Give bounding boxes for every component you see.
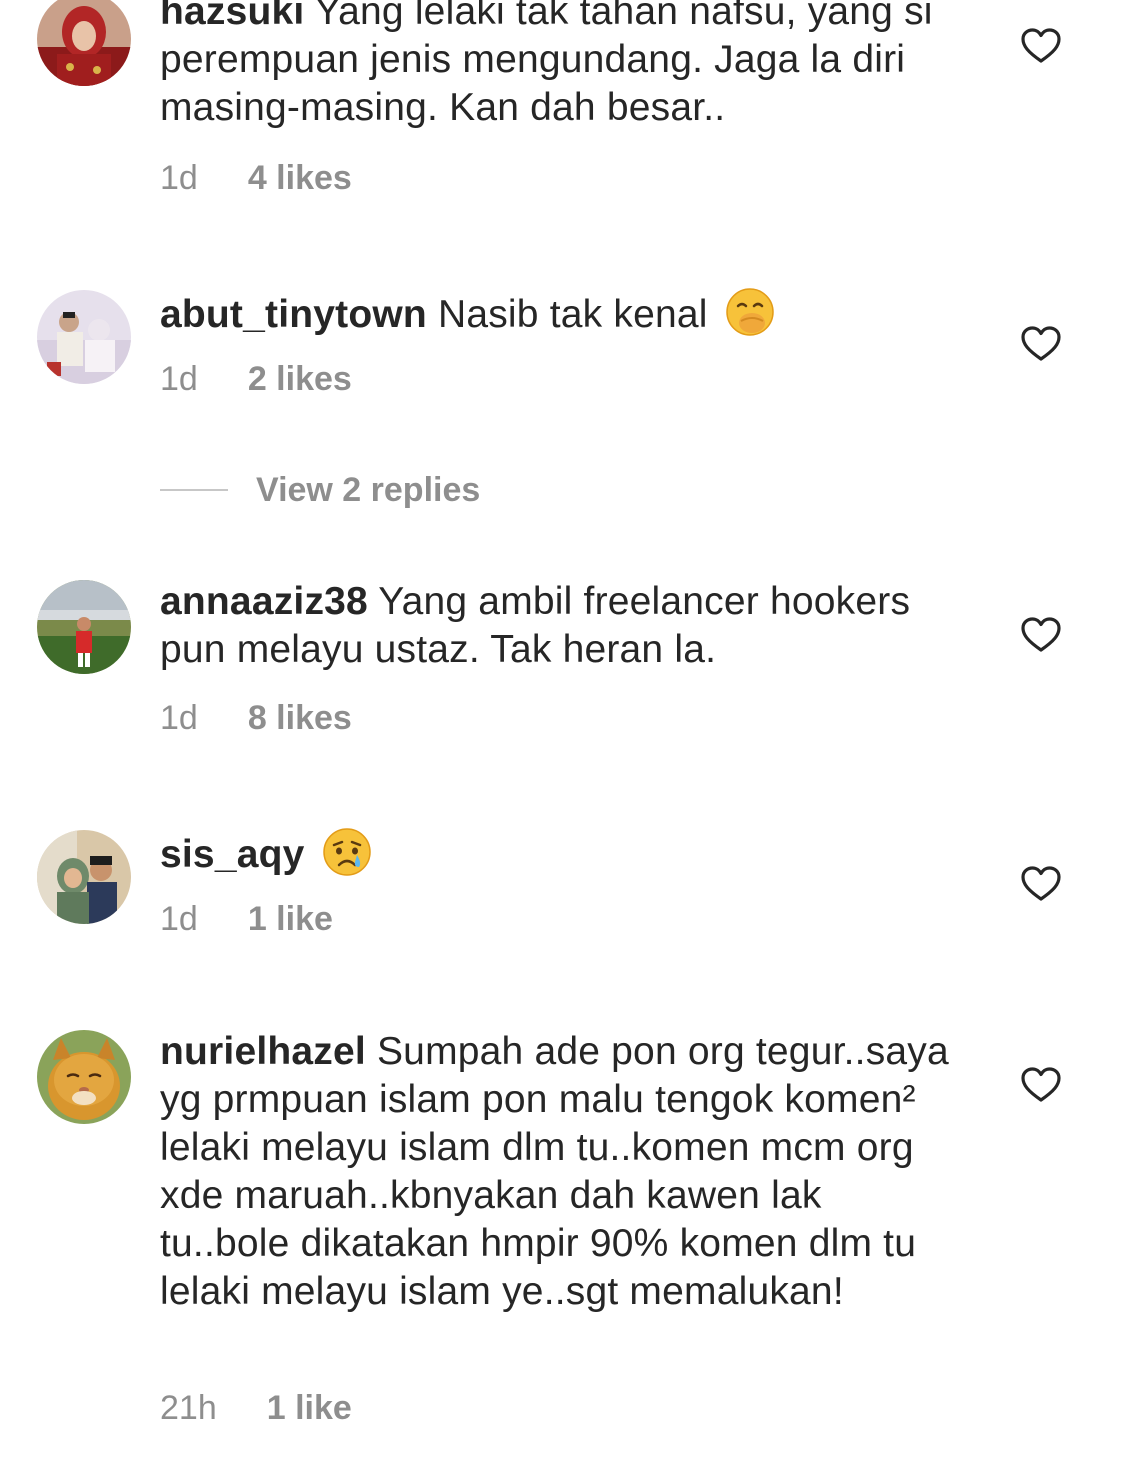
crying-face-emoji (322, 828, 371, 876)
comment-username[interactable]: abut_tinytown (160, 293, 427, 336)
comment-meta: 1d 2 likes (160, 360, 352, 399)
comment-text: sis_aqy (160, 827, 960, 879)
comment-username[interactable]: annaaziz38 (160, 580, 368, 623)
avatar-image (37, 0, 131, 86)
avatar[interactable] (37, 830, 131, 924)
avatar[interactable] (37, 580, 131, 674)
comment-likes[interactable]: 4 likes (248, 159, 352, 198)
avatar[interactable] (37, 1030, 131, 1124)
comment-likes[interactable]: 2 likes (248, 360, 352, 399)
face-with-hand-over-mouth-emoji (725, 288, 774, 336)
comment-likes[interactable]: 1 like (248, 900, 333, 939)
avatar-image (37, 1030, 131, 1124)
avatar-image (37, 580, 131, 674)
avatar[interactable] (37, 0, 131, 86)
like-heart-icon[interactable] (1020, 1066, 1062, 1104)
comment-username[interactable]: sis_aqy (160, 833, 305, 876)
comment-meta: 1d 1 like (160, 900, 333, 939)
comment-text: abut_tinytown Nasib tak kenal (160, 287, 960, 339)
comment-username[interactable]: nurielhazel (160, 1030, 366, 1073)
comment-likes[interactable]: 1 like (267, 1389, 352, 1428)
like-heart-icon[interactable] (1020, 27, 1062, 65)
comment-text: annaaziz38 Yang ambil freelancer hookers… (160, 578, 960, 674)
comment-username[interactable]: hazsuki (160, 0, 304, 33)
comment-time: 1d (160, 360, 198, 398)
avatar-image (37, 830, 131, 924)
comment-meta: 1d 4 likes (160, 159, 352, 198)
comment-time: 1d (160, 900, 198, 938)
comment-text: hazsuki Yang lelaki tak tahan nafsu, yan… (160, 0, 960, 132)
comment-meta: 21h 1 like (160, 1389, 352, 1428)
comment-time: 1d (160, 699, 198, 737)
avatar-image (37, 290, 131, 384)
comment-body: Nasib tak kenal (437, 293, 708, 336)
comment-meta: 1d 8 likes (160, 699, 352, 738)
replies-divider (160, 489, 228, 491)
comment-time: 1d (160, 159, 198, 197)
avatar[interactable] (37, 290, 131, 384)
view-replies-label: View 2 replies (256, 470, 481, 509)
like-heart-icon[interactable] (1020, 325, 1062, 363)
comment-likes[interactable]: 8 likes (248, 699, 352, 738)
view-replies-button[interactable]: View 2 replies (160, 468, 480, 512)
like-heart-icon[interactable] (1020, 616, 1062, 654)
comment-text: nurielhazel Sumpah ade pon org tegur..sa… (160, 1028, 960, 1316)
comment-time: 21h (160, 1389, 217, 1427)
like-heart-icon[interactable] (1020, 865, 1062, 903)
